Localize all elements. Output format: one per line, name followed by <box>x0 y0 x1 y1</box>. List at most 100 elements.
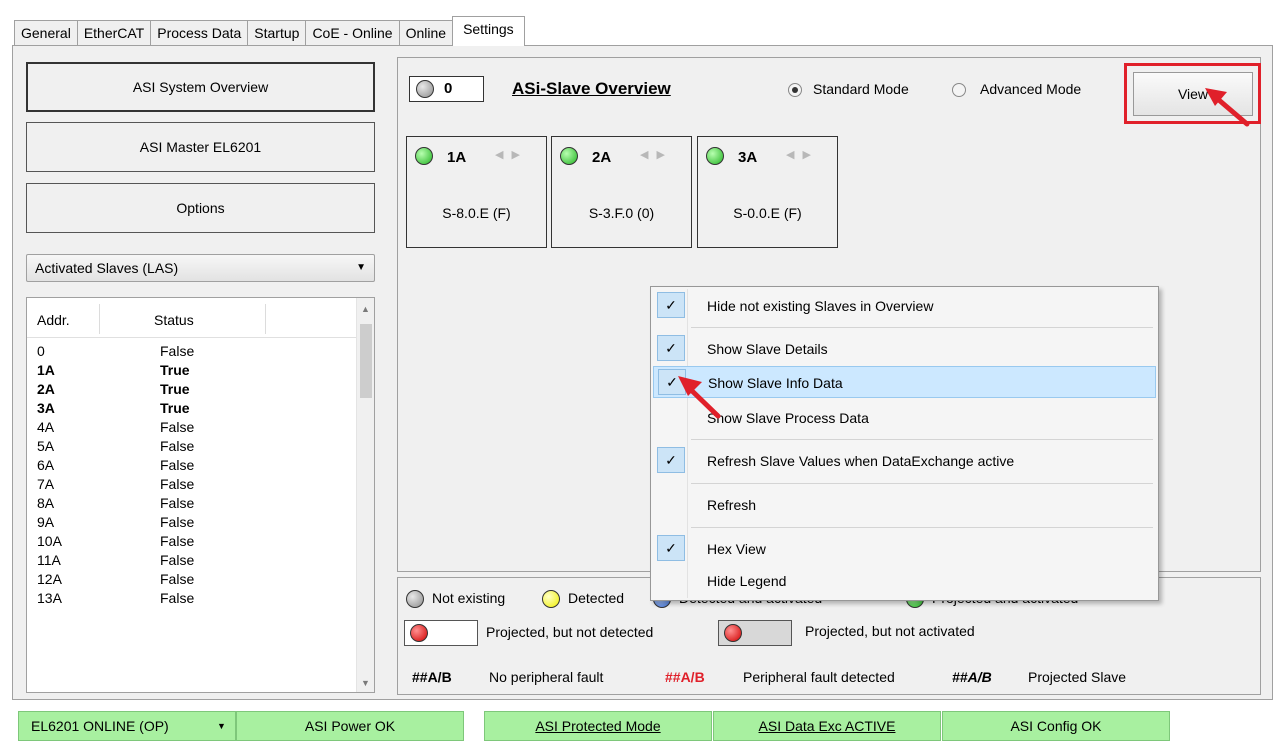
standard-mode-radio[interactable] <box>788 83 802 97</box>
asi-master-button[interactable]: ASI Master EL6201 <box>26 122 375 172</box>
power-status: ASI Power OK <box>236 711 464 741</box>
led-gray-icon <box>406 590 424 608</box>
led-red-icon <box>410 624 428 642</box>
slave-tile-2a[interactable]: 2A ◀▶ S-3.F.0 (0) <box>551 136 692 248</box>
check-icon: ✓ <box>657 447 685 473</box>
slave-list-select[interactable]: Activated Slaves (LAS) ▼ <box>26 254 375 282</box>
protected-mode-status[interactable]: ASI Protected Mode <box>484 711 712 741</box>
slave-address: 2A <box>592 149 612 166</box>
menu-item-hide-legend[interactable]: Hide Legend <box>653 565 1156 597</box>
row-address: 8A <box>37 495 55 511</box>
list-item[interactable]: 6A False <box>27 456 357 475</box>
asi-system-overview-button[interactable]: ASI System Overview <box>26 62 375 112</box>
advanced-mode-radio[interactable] <box>952 83 966 97</box>
menu-item-refresh[interactable]: Refresh <box>653 489 1156 521</box>
led-gray-icon <box>416 80 434 98</box>
standard-mode-label[interactable]: Standard Mode <box>813 81 909 97</box>
list-scrollbar[interactable]: ▲ ▼ <box>356 298 374 692</box>
slave-list-select-value: Activated Slaves (LAS) <box>35 260 179 276</box>
row-address: 2A <box>37 381 55 397</box>
list-item[interactable]: 1A True <box>27 361 357 380</box>
chevron-down-icon[interactable]: ▼ <box>217 712 226 740</box>
row-status: False <box>160 343 195 359</box>
legend-projected-not-detected: Projected, but not detected <box>486 624 654 640</box>
menu-item-hide-not-existing[interactable]: ✓ Hide not existing Slaves in Overview <box>653 290 1156 322</box>
row-status: False <box>160 438 195 454</box>
list-item[interactable]: 10A False <box>27 532 357 551</box>
tab-process-data[interactable]: Process Data <box>150 20 249 46</box>
row-status: False <box>160 533 195 549</box>
tab-startup[interactable]: Startup <box>247 20 307 46</box>
row-status: True <box>160 381 190 397</box>
pointer-arrow-icon <box>1205 88 1250 127</box>
pointer-arrow-icon <box>678 376 721 419</box>
row-status: False <box>160 419 195 435</box>
hash-fault: ##A/B <box>665 669 705 685</box>
row-address: 4A <box>37 419 55 435</box>
row-address: 0 <box>37 343 45 359</box>
row-address: 5A <box>37 438 55 454</box>
projected-not-detected-swatch <box>404 620 478 646</box>
menu-item-label: Hide not existing Slaves in Overview <box>707 298 934 314</box>
row-status: False <box>160 514 195 530</box>
slave-tile-1a[interactable]: 1A ◀▶ S-8.0.E (F) <box>406 136 547 248</box>
list-item[interactable]: 11A False <box>27 551 357 570</box>
row-address: 7A <box>37 476 55 492</box>
list-item[interactable]: 12A False <box>27 570 357 589</box>
tab-ethercat[interactable]: EtherCAT <box>76 20 152 46</box>
row-status: False <box>160 476 195 492</box>
scroll-down-icon[interactable]: ▼ <box>361 678 370 688</box>
config-status: ASI Config OK <box>942 711 1170 741</box>
list-item[interactable]: 0 False <box>27 342 357 361</box>
tab-online[interactable]: Online <box>398 20 454 46</box>
list-item[interactable]: 9A False <box>27 513 357 532</box>
tab-coe-online[interactable]: CoE - Online <box>305 20 400 46</box>
row-status: False <box>160 552 195 568</box>
led-green-icon <box>415 147 433 165</box>
list-item[interactable]: 8A False <box>27 494 357 513</box>
row-address: 10A <box>37 533 62 549</box>
menu-item-label: Show Slave Details <box>707 341 828 357</box>
list-item[interactable]: 2A True <box>27 380 357 399</box>
view-context-menu: ✓ Hide not existing Slaves in Overview ✓… <box>650 286 1159 601</box>
list-header: Addr. Status <box>27 298 357 338</box>
nav-arrows-icon[interactable]: ◀▶ <box>640 148 673 161</box>
list-item[interactable]: 4A False <box>27 418 357 437</box>
tab-general[interactable]: General <box>14 20 78 46</box>
row-status: False <box>160 457 195 473</box>
nav-arrows-icon[interactable]: ◀▶ <box>495 148 528 161</box>
led-green-icon <box>560 147 578 165</box>
column-header-status[interactable]: Status <box>154 312 194 328</box>
nav-arrows-icon[interactable]: ◀▶ <box>786 148 819 161</box>
menu-item-refresh-slave-values[interactable]: ✓ Refresh Slave Values when DataExchange… <box>653 445 1156 477</box>
list-item[interactable]: 13A False <box>27 589 357 608</box>
slave-tile-3a[interactable]: 3A ◀▶ S-0.0.E (F) <box>697 136 838 248</box>
list-item[interactable]: 3A True <box>27 399 357 418</box>
overview-title: ASi-Slave Overview <box>512 79 671 98</box>
row-address: 3A <box>37 400 55 416</box>
menu-item-hex-view[interactable]: ✓ Hex View <box>653 533 1156 565</box>
row-status: False <box>160 495 195 511</box>
list-item[interactable]: 7A False <box>27 475 357 494</box>
device-state-label: EL6201 ONLINE (OP) <box>31 718 169 734</box>
menu-item-label: Refresh Slave Values when DataExchange a… <box>707 453 1015 469</box>
advanced-mode-label[interactable]: Advanced Mode <box>980 81 1081 97</box>
slave-status-list[interactable]: Addr. Status 0 False 1A True 2A True 3A True 4A F… <box>26 297 375 693</box>
list-item[interactable]: 5A False <box>27 437 357 456</box>
options-button[interactable]: Options <box>26 183 375 233</box>
master-slave-box[interactable]: 0 <box>409 76 484 102</box>
row-status: True <box>160 362 190 378</box>
device-state-status[interactable]: EL6201 ONLINE (OP) ▼ <box>18 711 236 741</box>
scroll-thumb[interactable] <box>360 324 372 398</box>
check-icon: ✓ <box>657 535 685 561</box>
menu-item-show-slave-details[interactable]: ✓ Show Slave Details <box>653 333 1156 365</box>
row-address: 11A <box>37 552 61 568</box>
row-status: False <box>160 571 195 587</box>
scroll-up-icon[interactable]: ▲ <box>361 304 370 314</box>
menu-item-label: Refresh <box>707 497 757 513</box>
row-address: 6A <box>37 457 55 473</box>
column-header-addr[interactable]: Addr. <box>37 312 70 328</box>
tab-settings[interactable]: Settings <box>452 16 525 46</box>
row-address: 12A <box>37 571 62 587</box>
data-exchange-status[interactable]: ASI Data Exc ACTIVE <box>713 711 941 741</box>
